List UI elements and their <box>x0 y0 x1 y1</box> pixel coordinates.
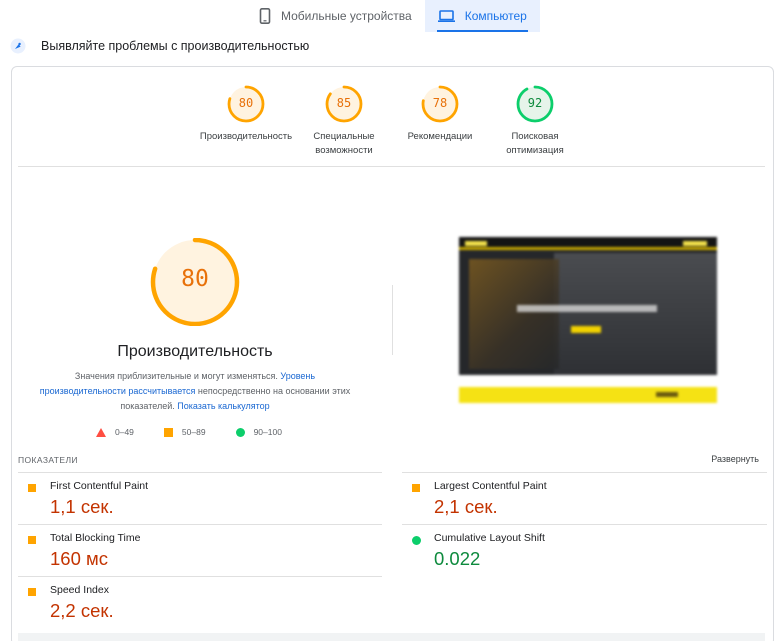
legend-item-poor: 0–49 <box>96 427 134 437</box>
performance-title: Производительность <box>117 343 273 360</box>
metric-value: 0.022 <box>434 548 481 569</box>
category-score: 78 <box>432 96 448 110</box>
metric-divider <box>18 524 382 525</box>
performance-score: 80 <box>181 266 209 292</box>
metric-name: Speed Index <box>50 584 109 596</box>
tab-mobile-label: Мобильные устройства <box>281 9 412 23</box>
report-card: 80 Производительность 85 Специальные воз… <box>11 66 774 641</box>
metric-name: Total Blocking Time <box>50 532 141 544</box>
lighthouse-icon <box>10 38 26 54</box>
laptop-icon <box>437 10 455 22</box>
page-screenshot <box>459 237 717 375</box>
square-icon <box>28 536 36 544</box>
metric-divider <box>18 576 382 577</box>
category-best-practices[interactable]: 78 Рекомендации <box>390 84 490 144</box>
page-screenshot-footer <box>459 387 717 403</box>
metric-divider <box>18 472 382 473</box>
device-tabs: Мобильные устройства Компьютер <box>246 0 540 32</box>
description-text: Значения приблизительные и могут изменят… <box>74 371 281 381</box>
metric-name: Cumulative Layout Shift <box>434 532 545 544</box>
metric-value: 2,1 сек. <box>434 496 498 517</box>
performance-gauge: 80 <box>147 237 243 327</box>
category-label: Специальные возможности <box>313 131 375 156</box>
circle-icon <box>235 427 245 437</box>
metrics-header: ПОКАЗАТЕЛИ <box>18 455 78 465</box>
category-score: 85 <box>336 96 352 110</box>
legend-item-good: 90–100 <box>235 427 282 437</box>
performance-description: Значения приблизительные и могут изменят… <box>34 369 356 414</box>
category-label: Рекомендации <box>407 131 473 142</box>
metric-value: 2,2 сек. <box>50 600 114 621</box>
section-heading: Выявляйте проблемы с производительностью <box>10 37 309 55</box>
square-icon <box>412 484 420 492</box>
legend-item-average: 50–89 <box>163 427 206 437</box>
tab-desktop[interactable]: Компьютер <box>424 0 540 32</box>
metric-value: 160 мс <box>50 548 108 569</box>
category-performance[interactable]: 80 Производительность <box>196 84 296 144</box>
legend-range: 0–49 <box>115 427 134 437</box>
legend-range: 50–89 <box>181 427 206 437</box>
tab-desktop-label: Компьютер <box>464 9 527 23</box>
tab-mobile[interactable]: Мобильные устройства <box>246 0 425 32</box>
square-icon <box>28 484 36 492</box>
phone-icon <box>259 8 271 24</box>
metric-value: 1,1 сек. <box>50 496 114 517</box>
category-seo[interactable]: 92 Поисковая оптимизация <box>485 84 585 158</box>
bottom-strip <box>18 633 765 641</box>
score-legend: 0–49 50–89 90–100 <box>96 427 312 437</box>
category-accessibility[interactable]: 85 Специальные возможности <box>294 84 394 158</box>
divider <box>18 166 765 167</box>
triangle-icon <box>96 427 106 437</box>
square-icon <box>28 588 36 596</box>
category-label: Производительность <box>199 131 293 142</box>
metric-divider <box>402 524 767 525</box>
metric-divider <box>402 472 767 473</box>
legend-range: 90–100 <box>253 427 282 437</box>
metric-name: First Contentful Paint <box>50 480 149 492</box>
expand-button[interactable]: Развернуть <box>711 454 759 464</box>
heading-text: Выявляйте проблемы с производительностью <box>41 39 310 53</box>
category-score: 92 <box>527 96 543 110</box>
category-label: Поисковая оптимизация <box>506 131 564 156</box>
circle-icon <box>412 536 421 545</box>
show-calculator-link[interactable]: Показать калькулятор <box>177 401 269 411</box>
category-score: 80 <box>238 96 254 110</box>
square-icon <box>163 427 173 437</box>
metric-name: Largest Contentful Paint <box>434 480 547 492</box>
vertical-separator <box>392 285 393 355</box>
